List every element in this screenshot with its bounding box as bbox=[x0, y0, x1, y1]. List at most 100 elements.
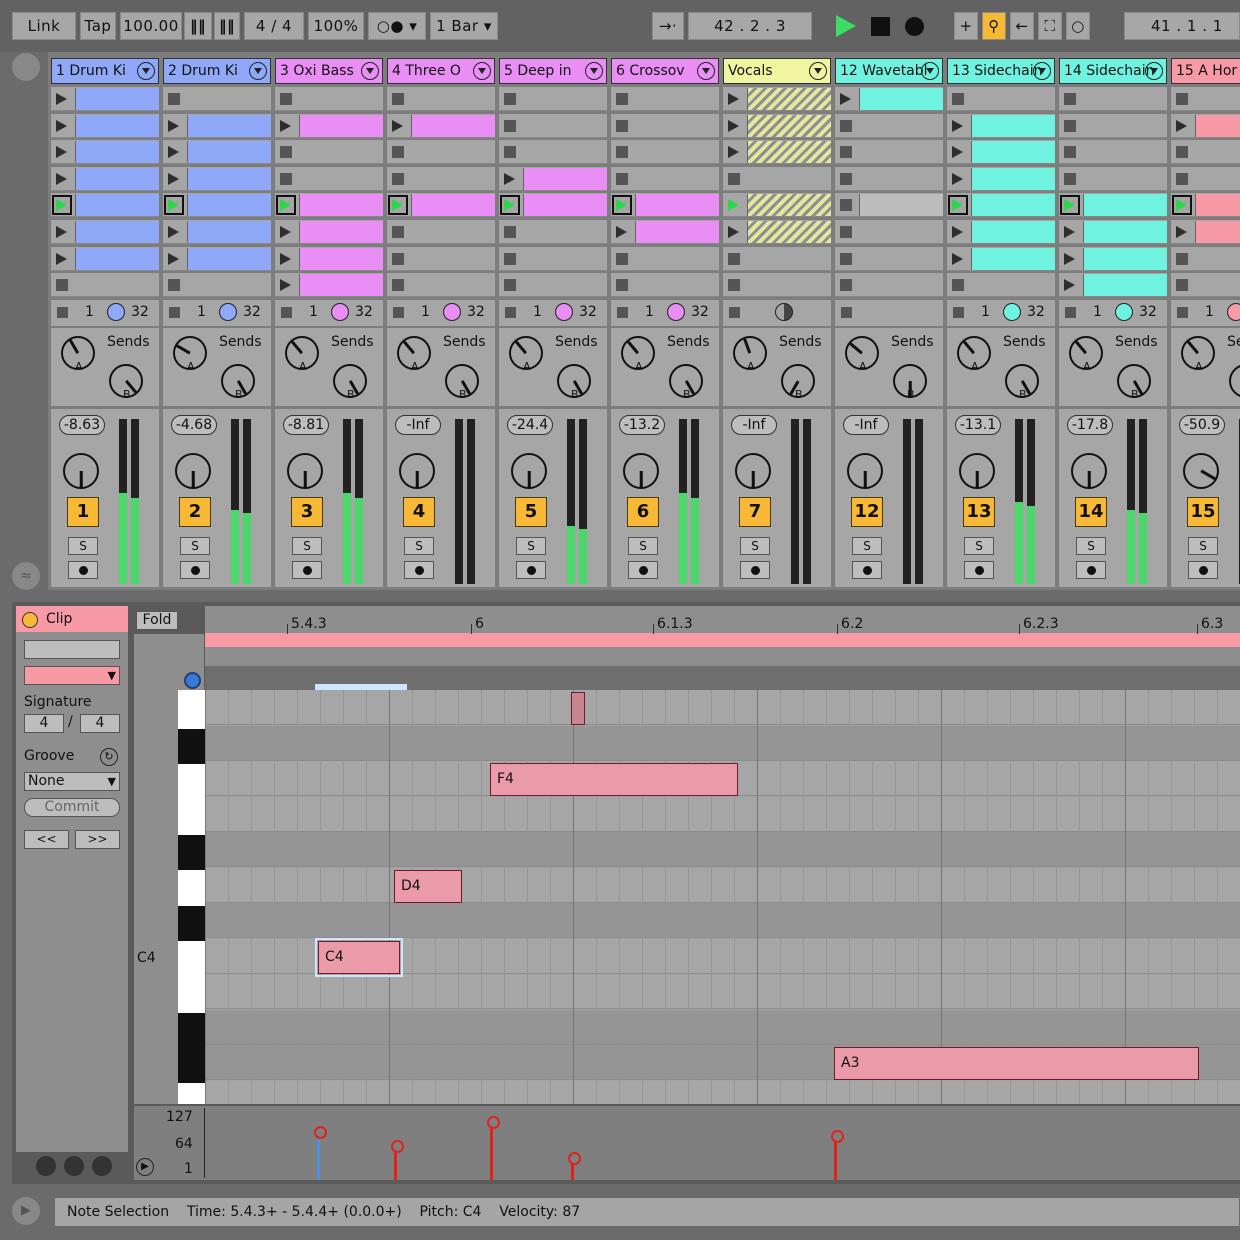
clip-slot[interactable] bbox=[275, 193, 383, 218]
clip-slot[interactable] bbox=[611, 246, 719, 271]
clip-launch-icon[interactable] bbox=[280, 119, 292, 132]
arm-button[interactable] bbox=[740, 561, 770, 579]
clip-slot[interactable] bbox=[1171, 140, 1240, 165]
velocity-editor[interactable]: 127 64 1 bbox=[134, 1106, 1240, 1180]
time-signature[interactable]: 4 / 4 bbox=[244, 12, 304, 40]
clip-launch-icon[interactable] bbox=[952, 226, 964, 238]
clip-launch-icon[interactable] bbox=[1172, 195, 1192, 216]
clip-stop-icon[interactable] bbox=[952, 279, 964, 292]
track-fold-icon[interactable] bbox=[249, 62, 267, 80]
clip-launch-icon[interactable] bbox=[1176, 226, 1188, 238]
stop-clip-icon[interactable] bbox=[505, 307, 516, 318]
clip-slot[interactable] bbox=[611, 193, 719, 218]
clip-launch-icon[interactable] bbox=[388, 195, 408, 216]
clip-stop-icon[interactable] bbox=[504, 279, 516, 292]
clip-launch-icon[interactable] bbox=[276, 195, 296, 216]
track-fold-icon[interactable] bbox=[585, 62, 603, 80]
clip-stop-icon[interactable] bbox=[728, 172, 740, 185]
arrangement-position[interactable]: 42 . 2 . 3 bbox=[688, 12, 812, 40]
clip[interactable] bbox=[635, 194, 719, 217]
clip-stop-icon[interactable] bbox=[1064, 172, 1076, 185]
volume-field[interactable]: -24.4 bbox=[507, 415, 553, 435]
clip-slot[interactable] bbox=[723, 166, 831, 191]
solo-button[interactable]: S bbox=[1188, 537, 1218, 555]
clip-slot[interactable] bbox=[1059, 87, 1167, 111]
velocity-stem[interactable] bbox=[314, 1126, 327, 1180]
midi-note[interactable] bbox=[571, 692, 585, 725]
clip-slot[interactable] bbox=[275, 220, 383, 244]
overdub-button[interactable]: + bbox=[954, 12, 978, 40]
tempo-field[interactable]: 100.00 bbox=[120, 12, 182, 40]
clip-slot[interactable] bbox=[611, 273, 719, 298]
clip-slot[interactable] bbox=[611, 166, 719, 191]
track-fold-icon[interactable] bbox=[921, 62, 939, 80]
clip-stop-icon[interactable] bbox=[616, 172, 628, 185]
track-header[interactable]: Vocals bbox=[723, 58, 831, 84]
clip-slot[interactable] bbox=[163, 140, 271, 165]
clip-slot[interactable] bbox=[835, 87, 943, 111]
piano-keyboard[interactable] bbox=[178, 690, 205, 1104]
track-activator-button[interactable]: 6 bbox=[627, 497, 659, 527]
clip-launch-icon[interactable] bbox=[728, 199, 740, 212]
wave-icon[interactable]: ≈ bbox=[12, 562, 40, 590]
solo-button[interactable]: S bbox=[180, 537, 210, 555]
zoom-field[interactable]: 100% bbox=[308, 12, 364, 40]
tail-dial-icon[interactable] bbox=[667, 303, 685, 321]
notes-box-icon[interactable] bbox=[92, 1156, 112, 1176]
clip[interactable] bbox=[859, 88, 943, 110]
prev-button[interactable]: << bbox=[24, 830, 69, 849]
clip[interactable] bbox=[75, 141, 159, 164]
clip[interactable] bbox=[299, 247, 383, 270]
clip-slot[interactable] bbox=[275, 273, 383, 298]
clip-stop-icon[interactable] bbox=[392, 93, 404, 105]
clip-slot[interactable] bbox=[499, 246, 607, 271]
clip-launch-icon[interactable] bbox=[728, 226, 740, 238]
pan-knob[interactable] bbox=[847, 453, 883, 489]
arm-button[interactable] bbox=[180, 561, 210, 579]
clip-slot[interactable] bbox=[275, 166, 383, 191]
clip-stop-icon[interactable] bbox=[392, 146, 404, 159]
clip-slot[interactable] bbox=[947, 140, 1055, 165]
tail-dial-icon[interactable] bbox=[775, 303, 793, 321]
clip-slot[interactable] bbox=[1171, 166, 1240, 191]
volume-field[interactable]: -Inf bbox=[731, 415, 777, 435]
clip-slot[interactable] bbox=[835, 273, 943, 298]
clip-sig-den[interactable]: 4 bbox=[80, 714, 120, 733]
track-activator-button[interactable]: 2 bbox=[179, 497, 211, 527]
clip-launch-icon[interactable] bbox=[56, 226, 68, 238]
volume-field[interactable]: -13.2 bbox=[619, 415, 665, 435]
clip-slot[interactable] bbox=[51, 246, 159, 271]
stop-clip-icon[interactable] bbox=[953, 307, 964, 318]
clip-slot[interactable] bbox=[387, 193, 495, 218]
clip-launch-icon[interactable] bbox=[612, 195, 632, 216]
clip-stop-icon[interactable] bbox=[1176, 252, 1188, 265]
clip-slot[interactable] bbox=[723, 220, 831, 244]
clip[interactable] bbox=[747, 141, 831, 164]
clip-slot[interactable] bbox=[163, 246, 271, 271]
clip-stop-icon[interactable] bbox=[728, 279, 740, 292]
arm-button[interactable] bbox=[516, 561, 546, 579]
clip-launch-icon[interactable] bbox=[392, 119, 404, 132]
clip-slot[interactable] bbox=[387, 273, 495, 298]
black-key[interactable] bbox=[178, 835, 205, 870]
clip-slot[interactable] bbox=[387, 140, 495, 165]
clip-slot[interactable] bbox=[1059, 273, 1167, 298]
clip-slot[interactable] bbox=[51, 220, 159, 244]
track-activator-button[interactable]: 4 bbox=[403, 497, 435, 527]
clip[interactable] bbox=[1195, 194, 1240, 217]
clip-slot[interactable] bbox=[611, 87, 719, 111]
track-fold-icon[interactable] bbox=[473, 62, 491, 80]
clip-stop-icon[interactable] bbox=[840, 279, 852, 292]
clip-slot[interactable] bbox=[1059, 166, 1167, 191]
clip-name-field[interactable] bbox=[24, 640, 120, 659]
clip-launch-icon[interactable] bbox=[168, 146, 180, 159]
clip-slot[interactable] bbox=[499, 140, 607, 165]
clip-launch-icon[interactable] bbox=[56, 172, 68, 185]
pan-knob[interactable] bbox=[959, 453, 995, 489]
groove-dropdown[interactable]: None ▼ bbox=[24, 772, 120, 791]
track-fold-icon[interactable] bbox=[137, 62, 155, 80]
metronome-button[interactable]: ○● ▾ bbox=[368, 12, 426, 40]
clip-launch-icon[interactable] bbox=[56, 119, 68, 132]
clip-slot[interactable] bbox=[163, 166, 271, 191]
clip-slot[interactable] bbox=[163, 220, 271, 244]
